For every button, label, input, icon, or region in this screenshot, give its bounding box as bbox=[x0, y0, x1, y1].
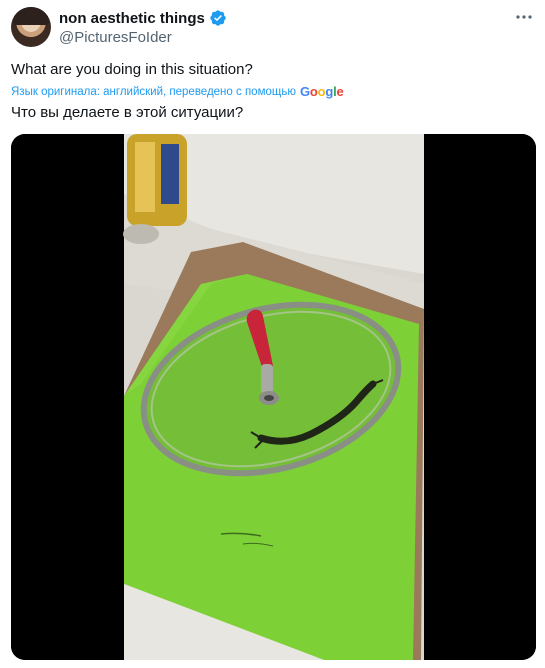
verified-badge-icon bbox=[209, 9, 227, 27]
author-handle[interactable]: @PicturesFoIder bbox=[59, 29, 172, 46]
tweet-video[interactable] bbox=[11, 134, 536, 660]
tweet-text: What are you doing in this situation? bbox=[11, 61, 253, 78]
video-frame bbox=[11, 134, 536, 660]
display-name[interactable]: non aesthetic things bbox=[59, 10, 205, 27]
google-logo: Google bbox=[299, 84, 344, 99]
translation-note-label: Язык оригинала: английский, переведено с… bbox=[11, 85, 296, 98]
translation-note[interactable]: Язык оригинала: английский, переведено с… bbox=[11, 84, 344, 99]
translated-text: Что вы делаете в этой ситуации? bbox=[11, 104, 244, 121]
more-options-icon[interactable] bbox=[513, 8, 535, 26]
tweet: non aesthetic things @PicturesFoIder Wha… bbox=[0, 0, 545, 668]
author-row: non aesthetic things bbox=[59, 8, 227, 28]
avatar-hair bbox=[13, 7, 49, 25]
avatar[interactable] bbox=[11, 7, 51, 47]
